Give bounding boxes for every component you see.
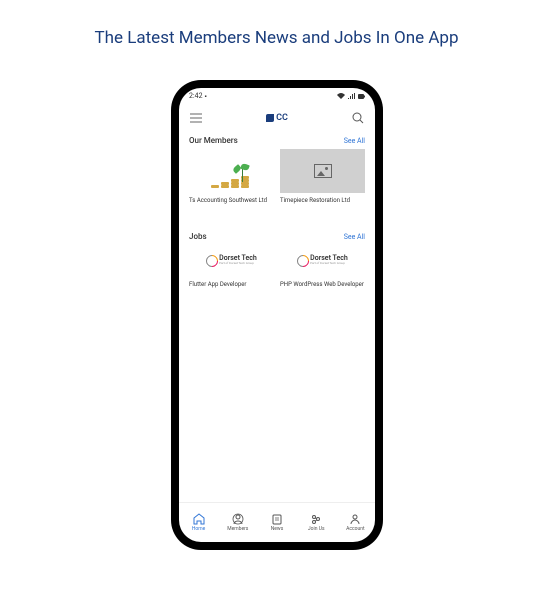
app-header: CC bbox=[179, 104, 375, 132]
join-us-icon bbox=[310, 513, 322, 525]
search-icon[interactable] bbox=[351, 111, 365, 125]
nav-home[interactable]: Home bbox=[179, 503, 218, 542]
nav-label: Members bbox=[227, 526, 248, 532]
nav-news[interactable]: News bbox=[257, 503, 296, 542]
members-row: Ts Accounting Southwest Ltd Timepiece Re… bbox=[189, 149, 365, 204]
signal-icon bbox=[348, 93, 355, 99]
members-header: Our Members See All bbox=[189, 136, 365, 145]
member-card-title: Timepiece Restoration Ltd bbox=[280, 197, 365, 204]
job-card[interactable]: Dorset Tech Part of Dorset Tech Group PH… bbox=[280, 245, 365, 288]
phone-frame: 2:42 ▪ CC bbox=[171, 80, 383, 550]
image-placeholder-icon bbox=[314, 164, 332, 178]
job-card[interactable]: Dorset Tech Part of Dorset Tech Group Fl… bbox=[189, 245, 274, 288]
jobs-see-all[interactable]: See All bbox=[344, 233, 365, 241]
member-card-title: Ts Accounting Southwest Ltd bbox=[189, 197, 274, 204]
nav-join-us[interactable]: Join Us bbox=[297, 503, 336, 542]
members-see-all[interactable]: See All bbox=[344, 137, 365, 145]
member-card-image bbox=[189, 149, 274, 193]
page-tagline: The Latest Members News and Jobs In One … bbox=[0, 0, 553, 48]
nav-label: News bbox=[271, 526, 284, 532]
battery-icon bbox=[358, 94, 365, 99]
job-logo: Dorset Tech Part of Dorset Tech Group bbox=[280, 245, 365, 275]
content-area: Our Members See All bbox=[179, 132, 375, 502]
member-card-image bbox=[280, 149, 365, 193]
members-title: Our Members bbox=[189, 136, 238, 145]
job-card-title: Flutter App Developer bbox=[189, 281, 274, 288]
member-card[interactable]: Ts Accounting Southwest Ltd bbox=[189, 149, 274, 204]
job-card-title: PHP WordPress Web Developer bbox=[280, 281, 365, 288]
status-time: 2:42 bbox=[189, 92, 203, 100]
members-icon bbox=[232, 513, 244, 525]
app-logo: CC bbox=[266, 113, 288, 123]
nav-account[interactable]: Account bbox=[336, 503, 375, 542]
nav-label: Home bbox=[192, 526, 205, 532]
dorset-icon bbox=[206, 255, 216, 265]
phone-screen: 2:42 ▪ CC bbox=[179, 88, 375, 542]
nav-members[interactable]: Members bbox=[218, 503, 257, 542]
status-app-icon: ▪ bbox=[205, 93, 207, 100]
dorset-icon bbox=[297, 255, 307, 265]
menu-icon[interactable] bbox=[189, 111, 203, 125]
jobs-header: Jobs See All bbox=[189, 232, 365, 241]
wifi-icon bbox=[337, 93, 345, 99]
status-bar: 2:42 ▪ bbox=[179, 88, 375, 104]
jobs-row: Dorset Tech Part of Dorset Tech Group Fl… bbox=[189, 245, 365, 288]
plant-coins-graphic bbox=[207, 152, 257, 190]
member-card[interactable]: Timepiece Restoration Ltd bbox=[280, 149, 365, 204]
bottom-nav: Home Members News Join Us bbox=[179, 502, 375, 542]
job-logo: Dorset Tech Part of Dorset Tech Group bbox=[189, 245, 274, 275]
jobs-title: Jobs bbox=[189, 232, 207, 241]
nav-label: Join Us bbox=[308, 526, 325, 532]
account-icon bbox=[349, 513, 361, 525]
home-icon bbox=[193, 513, 205, 525]
nav-label: Account bbox=[346, 526, 365, 532]
news-icon bbox=[271, 513, 283, 525]
